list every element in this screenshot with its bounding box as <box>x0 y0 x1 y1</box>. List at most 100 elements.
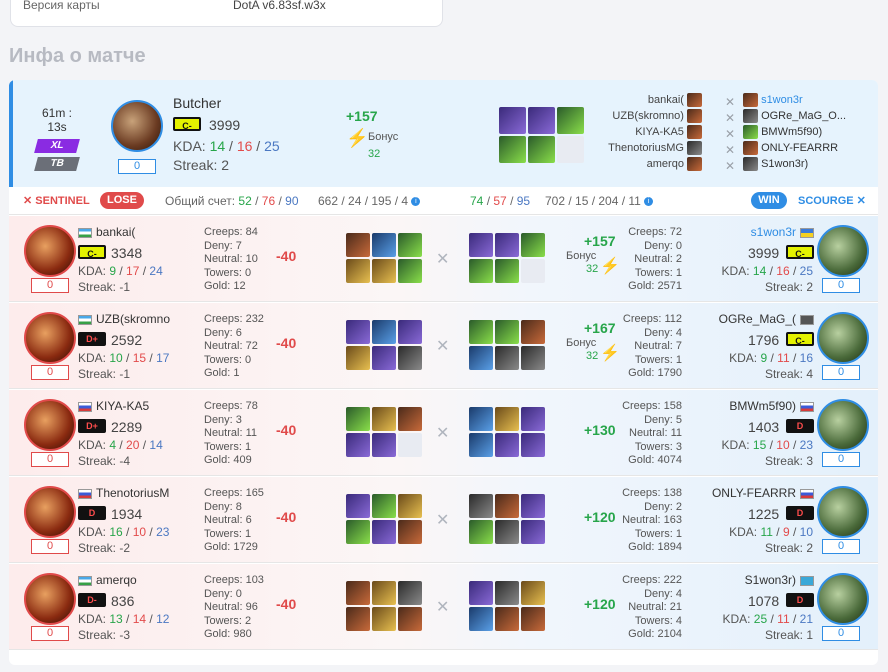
flag-icon <box>78 227 92 238</box>
team-player-right[interactable]: BMWm5f90) <box>743 124 846 140</box>
item-icon[interactable] <box>372 407 396 431</box>
item-icon[interactable] <box>495 320 519 344</box>
scourge-player-name[interactable]: BMWm5f90) <box>707 399 814 413</box>
item-icon[interactable] <box>521 346 545 370</box>
item-icon[interactable] <box>372 346 396 370</box>
item-icon[interactable] <box>469 320 493 344</box>
item-icon[interactable] <box>346 494 370 518</box>
team-player-right[interactable]: s1won3r <box>743 92 846 108</box>
item-icon[interactable] <box>398 494 422 518</box>
item-icon[interactable] <box>528 107 555 134</box>
scourge-hero-portrait[interactable] <box>817 486 869 538</box>
scourge-player-name[interactable]: OGRe_MaG_( <box>707 312 814 326</box>
item-icon[interactable] <box>398 607 422 631</box>
item-icon[interactable] <box>521 233 545 257</box>
item-icon[interactable] <box>346 433 370 457</box>
sentinel-player-name[interactable]: UZB(skromno <box>78 312 178 326</box>
scourge-hero-portrait[interactable] <box>817 312 869 364</box>
item-icon[interactable] <box>346 233 370 257</box>
item-icon[interactable] <box>398 259 422 283</box>
sentinel-player-name[interactable]: bankai( <box>78 225 178 239</box>
item-icon[interactable] <box>469 346 493 370</box>
sentinel-hero-portrait[interactable] <box>24 225 76 277</box>
item-icon[interactable] <box>521 433 545 457</box>
sentinel-player-name[interactable]: KIYA-KA5 <box>78 399 178 413</box>
sentinel-hero-portrait[interactable] <box>24 486 76 538</box>
item-icon[interactable] <box>521 581 545 605</box>
item-icon[interactable] <box>469 233 493 257</box>
item-icon[interactable] <box>521 407 545 431</box>
item-icon[interactable] <box>495 346 519 370</box>
item-icon[interactable] <box>346 581 370 605</box>
item-icon[interactable] <box>495 433 519 457</box>
sentinel-player-name[interactable]: ThenotoriusM <box>78 486 178 500</box>
item-icon[interactable] <box>398 407 422 431</box>
scourge-hero-portrait[interactable] <box>817 225 869 277</box>
sentinel-hero-portrait[interactable] <box>24 573 76 625</box>
item-icon[interactable] <box>469 259 493 283</box>
item-icon[interactable] <box>372 494 396 518</box>
item-icon[interactable] <box>521 494 545 518</box>
team-player-right[interactable]: OGRe_MaG_O... <box>743 108 846 124</box>
item-icon[interactable] <box>398 581 422 605</box>
item-icon[interactable] <box>372 520 396 544</box>
item-icon[interactable] <box>495 581 519 605</box>
scourge-player-name[interactable]: ONLY-FEARRR <box>707 486 814 500</box>
item-icon[interactable] <box>346 346 370 370</box>
item-icon[interactable] <box>372 433 396 457</box>
item-icon[interactable] <box>346 520 370 544</box>
team-player-right[interactable]: ONLY-FEARRR <box>743 140 846 156</box>
sentinel-player-name[interactable]: amerqo <box>78 573 178 587</box>
team-player-left[interactable]: bankai( <box>602 92 702 108</box>
item-icon[interactable] <box>495 259 519 283</box>
item-icon[interactable] <box>499 136 526 163</box>
item-icon[interactable] <box>372 259 396 283</box>
sentinel-hero-portrait[interactable] <box>24 399 76 451</box>
team-player-left[interactable]: UZB(skromno) <box>602 108 702 124</box>
item-icon[interactable] <box>521 520 545 544</box>
item-icon[interactable] <box>398 320 422 344</box>
item-icon[interactable] <box>499 107 526 134</box>
team-player-right[interactable]: S1won3r) <box>743 156 846 172</box>
team-player-left[interactable]: ThenotoriusMG <box>602 140 702 156</box>
team-player-left[interactable]: KIYA-KA5 <box>602 124 702 140</box>
team-player-left[interactable]: amerqo <box>602 156 702 172</box>
item-icon[interactable] <box>495 407 519 431</box>
scourge-player-name[interactable]: s1won3r <box>707 225 814 239</box>
item-icon[interactable] <box>469 433 493 457</box>
scourge-player-name[interactable]: S1won3r) <box>707 573 814 587</box>
scourge-rating: 3999 <box>748 245 780 261</box>
item-icon[interactable] <box>528 136 555 163</box>
scourge-hero-portrait[interactable] <box>817 399 869 451</box>
item-icon[interactable] <box>469 407 493 431</box>
scourge-rating-delta: +120 <box>584 596 616 612</box>
item-icon[interactable] <box>372 607 396 631</box>
item-icon[interactable] <box>346 320 370 344</box>
item-icon[interactable] <box>469 581 493 605</box>
item-icon[interactable] <box>398 233 422 257</box>
item-icon[interactable] <box>346 607 370 631</box>
item-icon[interactable] <box>372 581 396 605</box>
item-icon[interactable] <box>372 233 396 257</box>
item-icon[interactable] <box>521 607 545 631</box>
hero-portrait[interactable] <box>111 100 163 152</box>
item-icon[interactable] <box>398 520 422 544</box>
item-icon[interactable] <box>495 607 519 631</box>
item-icon[interactable] <box>495 520 519 544</box>
item-icon[interactable] <box>372 320 396 344</box>
info-icon[interactable]: i <box>644 197 654 207</box>
info-icon[interactable]: i <box>411 197 421 207</box>
item-icon[interactable] <box>346 407 370 431</box>
item-icon[interactable] <box>469 607 493 631</box>
item-icon[interactable] <box>469 494 493 518</box>
item-icon[interactable] <box>495 233 519 257</box>
item-icon[interactable] <box>398 346 422 370</box>
scourge-streak: Streak: 2 <box>764 541 813 555</box>
sentinel-hero-portrait[interactable] <box>24 312 76 364</box>
item-icon[interactable] <box>346 259 370 283</box>
item-icon[interactable] <box>469 520 493 544</box>
item-icon[interactable] <box>521 320 545 344</box>
item-icon[interactable] <box>557 107 584 134</box>
scourge-hero-portrait[interactable] <box>817 573 869 625</box>
item-icon[interactable] <box>495 494 519 518</box>
